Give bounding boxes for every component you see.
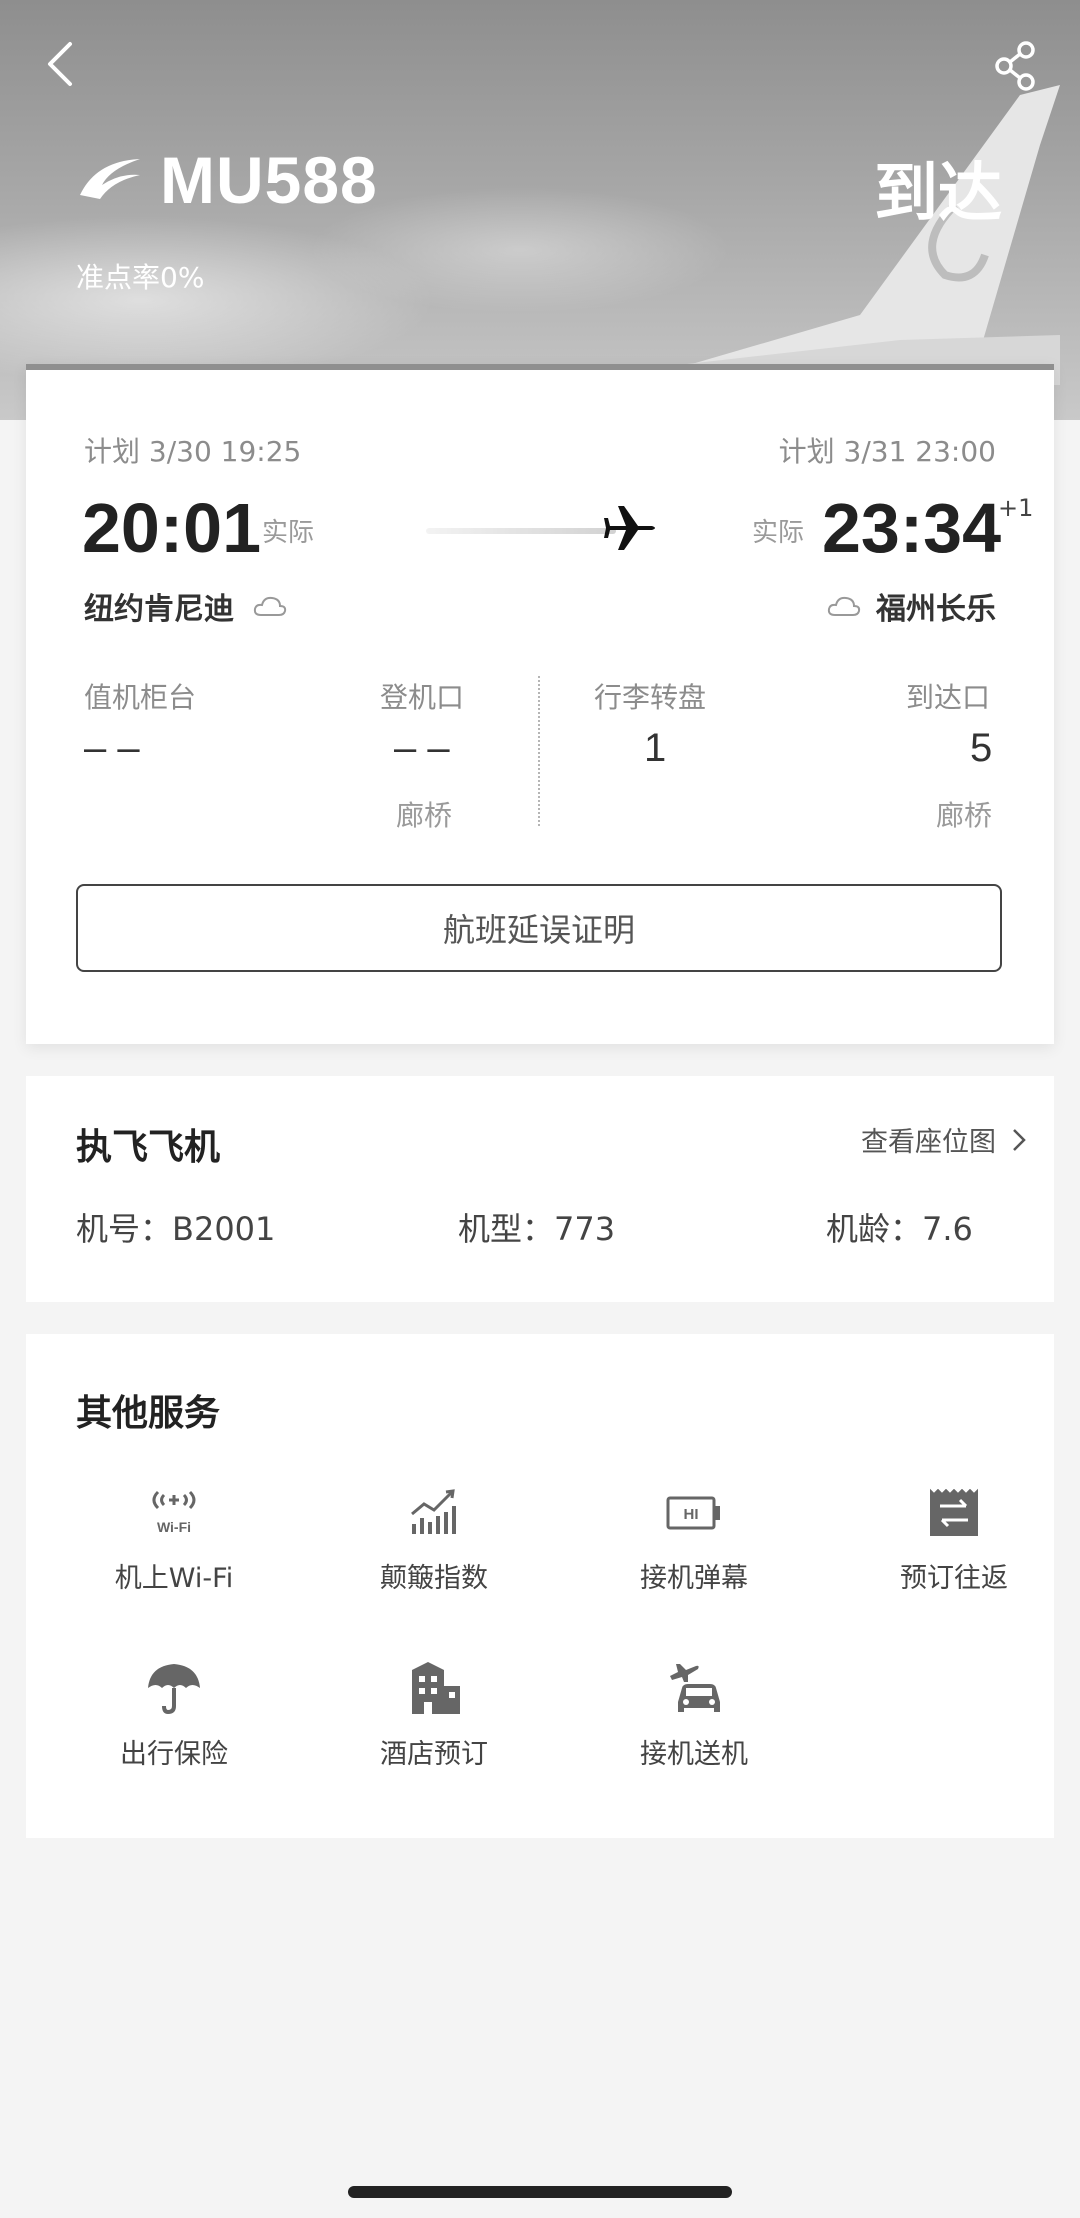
svg-text:Wi-Fi: Wi-Fi (157, 1519, 191, 1535)
baggage-carousel-value: 1 (644, 726, 667, 770)
other-services-card: 其他服务 Wi-Fi 机上Wi-Fi 颠簸指数 HI 接机弹幕 预订往返 出行保… (26, 1334, 1054, 1838)
car-plane-icon (670, 1664, 720, 1712)
gate-type: 廊桥 (396, 799, 453, 832)
service-label: 机上Wi-Fi (114, 1563, 234, 1594)
svg-text:HI: HI (684, 1506, 699, 1523)
flight-number: MU588 (160, 143, 378, 217)
day-offset-badge: +1 (998, 494, 1034, 522)
arrival-planned-time: 计划 3/31 23:00 (778, 435, 996, 468)
arrival-actual-time: 23:34 (822, 489, 1002, 567)
service-hotel[interactable]: 酒店预订 (334, 1660, 534, 1771)
flight-detail-card: 计划 3/30 19:25 计划 3/31 23:00 20:01 实际 实际 … (26, 364, 1054, 1044)
service-label: 出行保险 (120, 1739, 228, 1770)
seat-map-label: 查看座位图 (861, 1127, 996, 1158)
service-round-trip[interactable]: 预订往返 (854, 1484, 1054, 1595)
arrival-city-name: 福州长乐 (876, 592, 996, 627)
gate-value: – – (394, 726, 450, 770)
back-icon[interactable] (40, 38, 80, 90)
info-divider (538, 676, 540, 826)
message-board-icon: HI (666, 1496, 720, 1530)
service-label: 接机弹幕 (640, 1563, 748, 1594)
service-label: 接机送机 (640, 1739, 748, 1770)
umbrella-icon (148, 1664, 200, 1715)
service-label: 酒店预订 (380, 1739, 488, 1770)
aircraft-model: 机型：773 (458, 1210, 616, 1248)
delay-certificate-button[interactable]: 航班延误证明 (76, 884, 1002, 972)
service-wifi[interactable]: Wi-Fi 机上Wi-Fi (74, 1484, 274, 1595)
service-airport-transfer[interactable]: 接机送机 (594, 1660, 794, 1771)
departure-actual-time: 20:01 (82, 489, 262, 567)
aircraft-tail-image (500, 85, 1060, 385)
gate-label: 登机口 (380, 681, 465, 714)
arrival-exit-value: 5 (970, 726, 993, 770)
service-label: 颠簸指数 (380, 1563, 488, 1594)
baggage-carousel-label: 行李转盘 (594, 681, 707, 714)
flight-status: 到达 (874, 157, 1002, 231)
route-line (426, 528, 616, 534)
cloud-icon (827, 596, 861, 616)
round-trip-ticket-icon (929, 1487, 979, 1536)
arrival-exit-type: 廊桥 (936, 799, 993, 832)
aircraft-card: 执飞飞机 查看座位图 机号：B2001 机型：773 机龄：7.6 (26, 1076, 1054, 1302)
turbulence-chart-icon (411, 1489, 456, 1534)
share-icon[interactable] (992, 40, 1040, 92)
home-indicator[interactable] (348, 2186, 732, 2198)
aircraft-age: 机龄：7.6 (826, 1210, 973, 1248)
chevron-right-icon (1013, 1128, 1026, 1151)
aircraft-section-title: 执飞飞机 (76, 1127, 221, 1168)
departure-city: 纽约肯尼迪 (84, 584, 288, 628)
departure-planned-time: 计划 3/30 19:25 (84, 435, 302, 468)
departure-city-name: 纽约肯尼迪 (84, 592, 234, 627)
flight-header: MU588 准点率0% 到达 (0, 0, 1080, 420)
service-message-board[interactable]: HI 接机弹幕 (594, 1484, 794, 1595)
airplane-icon (604, 506, 655, 550)
arrival-city: 福州长乐 (826, 584, 996, 628)
services-section-title: 其他服务 (76, 1393, 221, 1434)
checkin-counter-label: 值机柜台 (84, 681, 197, 714)
seat-map-link[interactable]: 查看座位图 (861, 1120, 1028, 1159)
service-insurance[interactable]: 出行保险 (74, 1660, 274, 1771)
arrival-exit-label: 到达口 (906, 681, 991, 714)
cloud-icon (253, 596, 287, 616)
china-eastern-logo-icon (80, 159, 140, 199)
departure-actual-label: 实际 (262, 518, 315, 548)
wifi-icon: Wi-Fi (152, 1490, 196, 1535)
service-turbulence[interactable]: 颠簸指数 (334, 1484, 534, 1595)
on-time-rate: 准点率0% (76, 261, 205, 294)
aircraft-registration: 机号：B2001 (76, 1210, 276, 1248)
checkin-counter-value: – – (84, 726, 140, 770)
arrival-actual-label: 实际 (752, 518, 805, 548)
service-label: 预订往返 (900, 1563, 1008, 1594)
hotel-icon (412, 1662, 460, 1714)
airline-brand: MU588 (76, 142, 378, 218)
